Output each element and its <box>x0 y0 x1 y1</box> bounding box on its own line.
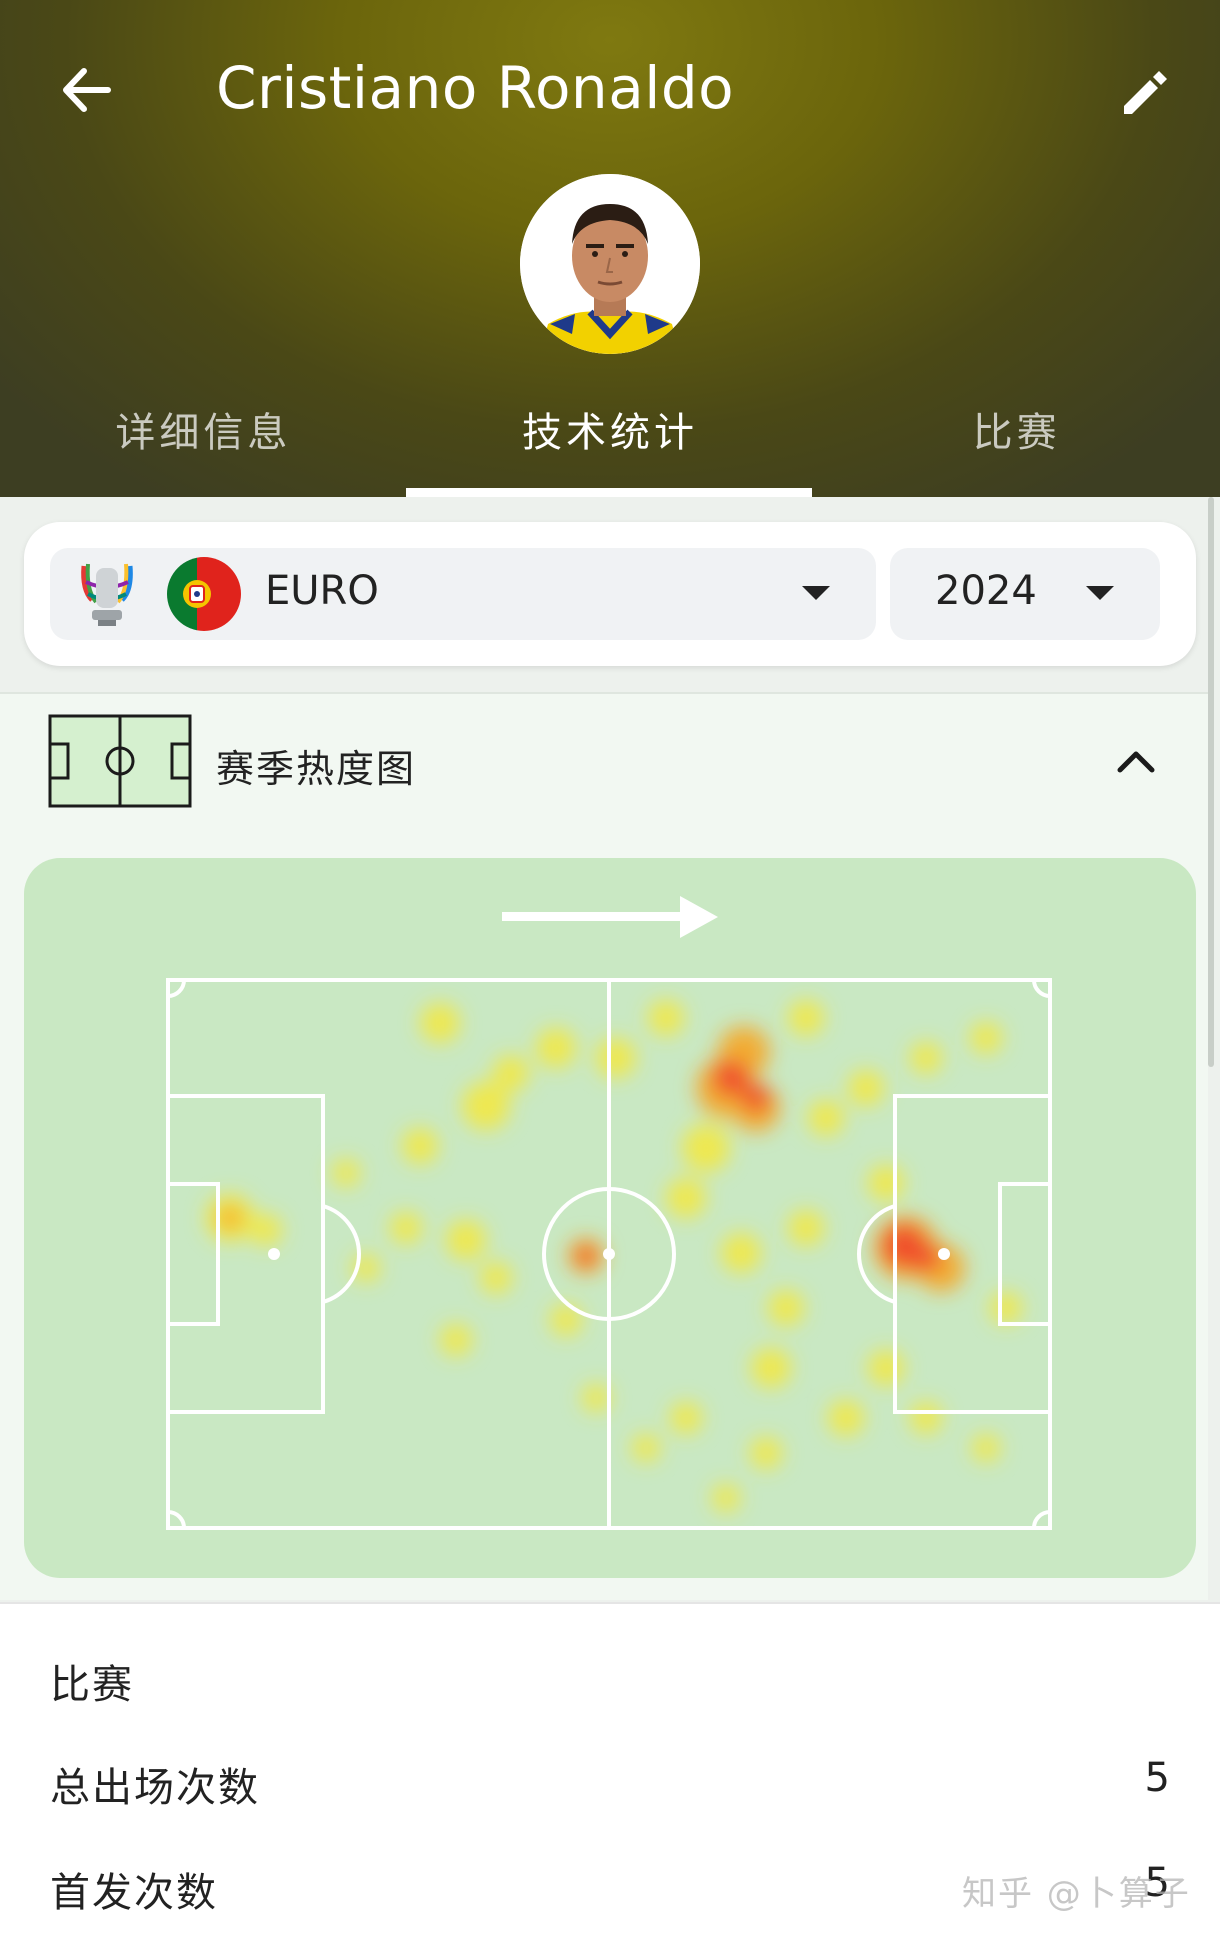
tab-label: 技术统计 <box>521 410 698 456</box>
heatmap-title: 赛季热度图 <box>216 747 417 791</box>
competition-label: EURO <box>265 568 379 614</box>
pitch-icon <box>48 714 192 808</box>
player-avatar <box>520 174 700 354</box>
stats-section-title: 比赛 <box>50 1662 134 1708</box>
euro-2024-trophy-icon <box>78 560 136 628</box>
season-label: 2024 <box>935 568 1037 614</box>
tab-bar: 详细信息 技术统计 比赛 <box>0 390 1220 497</box>
watermark: 知乎 @卜算子 <box>962 1874 1191 1914</box>
attack-direction-arrow-icon <box>502 896 718 938</box>
player-name: Cristiano Ronaldo <box>216 54 735 122</box>
tab-details[interactable]: 详细信息 <box>0 390 407 497</box>
heatmap-pitch <box>166 978 1052 1530</box>
tab-label: 比赛 <box>972 410 1061 456</box>
stat-label-appearances: 总出场次数 <box>50 1765 260 1811</box>
tab-matches[interactable]: 比赛 <box>813 390 1220 497</box>
edit-button[interactable] <box>1112 58 1180 126</box>
tab-label: 详细信息 <box>115 410 292 456</box>
portugal-flag-icon <box>167 557 241 631</box>
active-tab-indicator <box>406 488 812 497</box>
tab-statistics[interactable]: 技术统计 <box>407 390 814 497</box>
caret-down-icon[interactable] <box>800 584 832 602</box>
arrow-left-icon <box>63 68 111 112</box>
stat-value-appearances: 5 <box>1144 1755 1170 1801</box>
chevron-up-icon[interactable] <box>1110 740 1162 780</box>
pencil-icon <box>1124 71 1167 114</box>
back-button[interactable] <box>52 60 120 120</box>
scrollbar[interactable] <box>1208 497 1214 1067</box>
stat-label-starts: 首发次数 <box>50 1870 218 1916</box>
caret-down-icon[interactable] <box>1084 584 1116 602</box>
player-header: Cristiano Ronaldo 详细信息 技术统计 比赛 <box>0 0 1220 497</box>
